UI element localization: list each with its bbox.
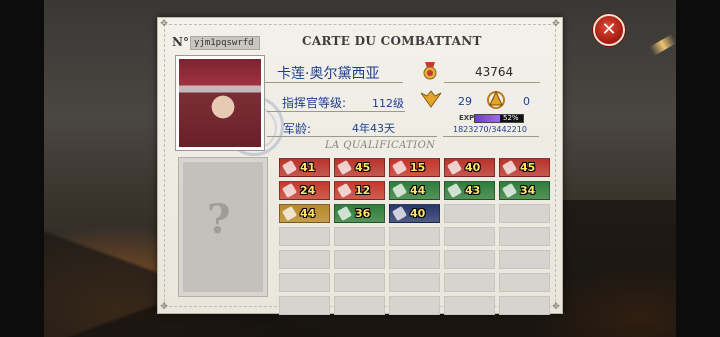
- badge-value: 15: [410, 161, 426, 174]
- name-underline: [265, 82, 403, 83]
- grenade-icon: [446, 159, 463, 176]
- empty-badge-slot: [334, 296, 385, 315]
- qualification-badge[interactable]: 45: [499, 158, 550, 177]
- badge-value: 36: [355, 207, 371, 220]
- avatar: [179, 59, 261, 147]
- close-icon: ✕: [601, 19, 617, 40]
- qualification-badge[interactable]: 40: [389, 204, 440, 223]
- empty-badge-slot: [334, 227, 385, 246]
- exp-percent: 52%: [503, 114, 519, 122]
- service-age-label: 军龄:: [283, 122, 312, 136]
- qualification-badge[interactable]: 44: [279, 204, 330, 223]
- rocket-icon: [391, 159, 408, 176]
- empty-badge-slot: [389, 296, 440, 315]
- bullet-icon: [281, 159, 298, 176]
- exp-bar: 52%: [474, 114, 524, 123]
- qualification-badge[interactable]: 34: [499, 181, 550, 200]
- right-letterbox: [676, 0, 720, 337]
- empty-badge-slot: [499, 227, 550, 246]
- camp-icon: [336, 205, 353, 222]
- service-age-value: 4年43天: [352, 122, 395, 135]
- close-button[interactable]: ✕: [593, 14, 625, 46]
- empty-badge-slot: [334, 250, 385, 269]
- empty-badge-slot: [279, 227, 330, 246]
- level-label: 指挥官等级:: [282, 96, 347, 110]
- badge-value: 34: [520, 184, 536, 197]
- card-title: CARTE DU COMBATTANT: [302, 34, 482, 48]
- power-underline: [444, 82, 540, 83]
- locked-slot: ?: [178, 157, 268, 297]
- badge-value: 43: [465, 184, 481, 197]
- empty-badge-slot: [499, 273, 550, 292]
- empty-badge-slot: [499, 204, 550, 223]
- badge-value: 12: [355, 184, 371, 197]
- corner-ornament: ✥: [160, 302, 168, 312]
- qualification-badge[interactable]: 40: [444, 158, 495, 177]
- missile-icon: [281, 182, 298, 199]
- plane-icon: [446, 182, 463, 199]
- empty-badge-slot: [279, 296, 330, 315]
- corner-ornament: ✥: [160, 19, 168, 29]
- empty-badge-slot: [389, 273, 440, 292]
- corner-ornament: ✥: [552, 19, 560, 29]
- torpedo-icon: [336, 182, 353, 199]
- exp-bar-fill: [475, 115, 500, 122]
- tri-value: 0: [523, 95, 530, 108]
- qualification-badge[interactable]: 15: [389, 158, 440, 177]
- badge-value: 45: [355, 161, 371, 174]
- serial-number: yjm1pqswrfd: [190, 36, 260, 50]
- badge-value: 40: [465, 161, 481, 174]
- empty-badge-slot: [389, 227, 440, 246]
- qualification-badge[interactable]: 36: [334, 204, 385, 223]
- qualification-badge[interactable]: 43: [444, 181, 495, 200]
- ship-icon: [281, 205, 298, 222]
- player-name: 卡莲·奥尔黛西亚: [277, 66, 380, 82]
- combat-power: 43764: [475, 65, 514, 79]
- shell-icon: [336, 159, 353, 176]
- badge-value: 44: [300, 207, 316, 220]
- wings-value: 29: [458, 95, 472, 108]
- qualification-badge[interactable]: 44: [389, 181, 440, 200]
- empty-badge-slot: [444, 296, 495, 315]
- tri-emblem-icon: [487, 90, 505, 109]
- tank-icon: [501, 182, 518, 199]
- exp-numbers: 1823270/3442210: [453, 125, 527, 134]
- qualification-badge[interactable]: 41: [279, 158, 330, 177]
- empty-badge-slot: [499, 250, 550, 269]
- rifle-icon: [501, 159, 518, 176]
- level-underline: [267, 111, 405, 112]
- empty-badge-slot: [444, 227, 495, 246]
- trophy-icon: [391, 205, 408, 222]
- qualification-badge[interactable]: 12: [334, 181, 385, 200]
- serial-prefix: N°: [172, 35, 189, 49]
- medal-icon: [423, 62, 437, 80]
- empty-badge-slot: [279, 250, 330, 269]
- badge-value: 45: [520, 161, 536, 174]
- exp-label: EXP: [459, 114, 475, 122]
- empty-badge-slot: [279, 273, 330, 292]
- qualification-badge[interactable]: 45: [334, 158, 385, 177]
- badge-value: 24: [300, 184, 316, 197]
- question-mark-icon: ?: [207, 196, 231, 243]
- empty-badge-slot: [444, 250, 495, 269]
- empty-badge-slot: [334, 273, 385, 292]
- avatar-frame[interactable]: [175, 55, 265, 151]
- wings-icon: [420, 90, 442, 108]
- badge-value: 40: [410, 207, 426, 220]
- qualification-title: LA QUALIFICATION: [325, 140, 436, 151]
- corner-ornament: ✥: [552, 302, 560, 312]
- badge-value: 44: [410, 184, 426, 197]
- empty-badge-slot: [444, 204, 495, 223]
- level-value: 112级: [372, 97, 404, 110]
- exp-underline: [443, 136, 539, 137]
- age-underline: [267, 136, 437, 137]
- empty-badge-slot: [444, 273, 495, 292]
- armor-icon: [391, 182, 408, 199]
- empty-badge-slot: [389, 250, 440, 269]
- empty-badge-slot: [499, 296, 550, 315]
- badge-value: 41: [300, 161, 316, 174]
- left-letterbox: [0, 0, 44, 337]
- qualification-badge[interactable]: 24: [279, 181, 330, 200]
